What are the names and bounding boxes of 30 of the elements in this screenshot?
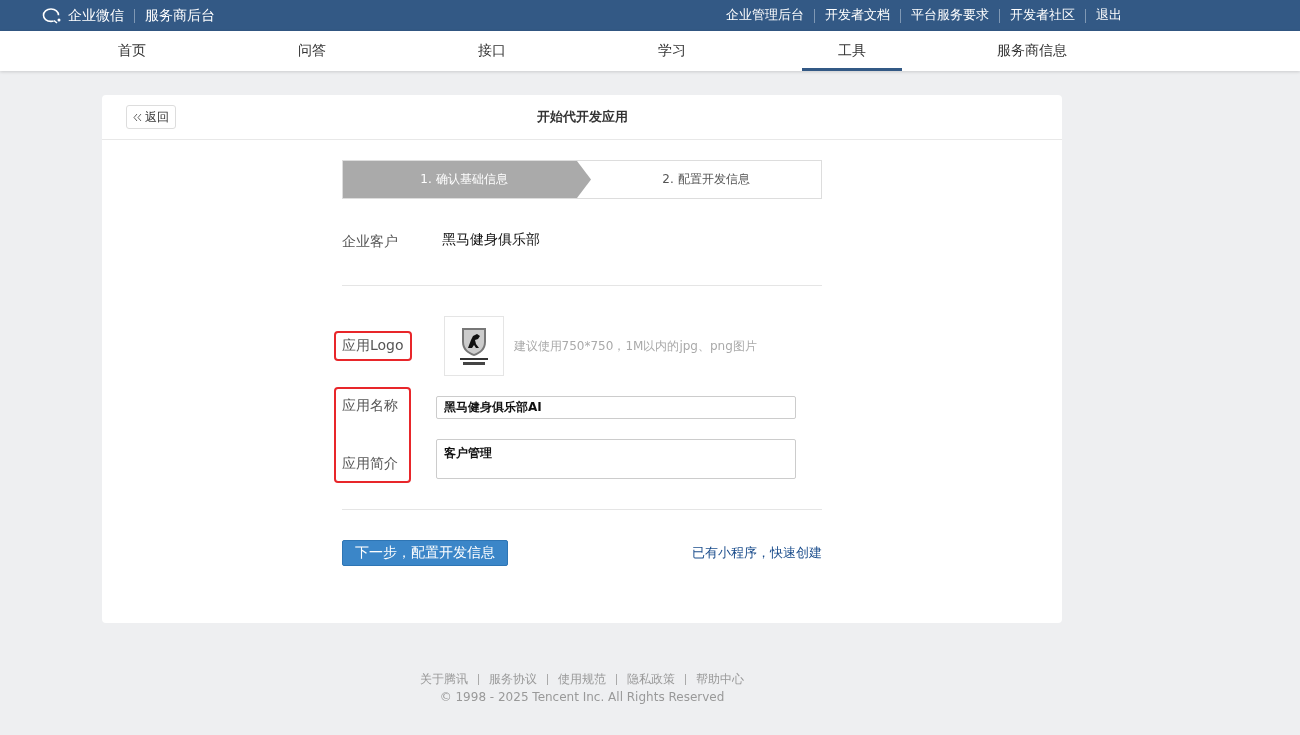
quick-create-link[interactable]: 快速创建 [770, 545, 822, 560]
upload-hint: 建议使用750*750，1M以内的jpg、png图片 [513, 337, 757, 355]
nav-tab[interactable]: 问答 [298, 31, 326, 71]
copyright-text: © 1998 - 2025 Tencent Inc. All Rights Reserved [439, 690, 725, 704]
header-link[interactable]: 企业管理后台 [726, 7, 804, 24]
header-link[interactable]: 开发者社区 [1010, 7, 1075, 24]
page-title: 开始代开发应用 [536, 108, 628, 126]
field-label: 应用Logo [336, 333, 410, 359]
portal-title: 服务商后台 [145, 6, 215, 25]
back-button[interactable]: 返回 [126, 105, 176, 129]
double-chevron-left-icon [133, 112, 142, 122]
nav-tab[interactable]: 工具 [802, 31, 902, 71]
wizard-step: 1. 确认基础信息 [343, 161, 591, 198]
field-label: 应用名称 [342, 397, 399, 415]
nav-tab[interactable]: 学习 [658, 31, 686, 71]
field-label: 应用简介 [342, 455, 399, 473]
description-field[interactable]: 客户管理 [436, 439, 796, 479]
nav-tab[interactable]: 接口 [478, 31, 506, 71]
nav-tab[interactable]: 首页 [118, 31, 146, 71]
header-link[interactable]: 退出 [1096, 7, 1122, 24]
nav-tab[interactable]: 服务商信息 [997, 31, 1067, 71]
name-field[interactable]: 黑马健身俱乐部AI [436, 396, 796, 419]
chat-bubble-icon [42, 6, 62, 25]
header-link[interactable]: 平台服务要求 [911, 7, 989, 24]
customer-name: 黑马健身俱乐部 [442, 231, 540, 249]
mini-program-text: 已有小程序，快速创建 [692, 544, 822, 562]
field-label: 企业客户 [342, 233, 399, 251]
brand-name: 企业微信 [68, 6, 124, 25]
next-step-button[interactable]: 下一步，配置开发信息 [342, 540, 508, 566]
header-link[interactable]: 开发者文档 [825, 7, 890, 24]
